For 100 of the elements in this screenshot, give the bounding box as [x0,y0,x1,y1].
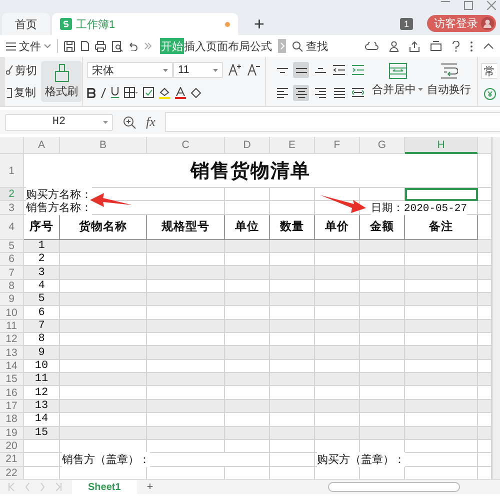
cell-text: 销售方（盖章）： [62,452,150,467]
border-icon[interactable] [124,87,138,98]
font-color-icon[interactable] [175,86,186,99]
cell-text: 购买方（盖章）： [317,452,405,467]
row-header[interactable]: 22 [0,466,24,479]
row-header[interactable]: 15 [0,373,24,386]
help-icon[interactable] [452,40,460,52]
search-icon [292,40,303,52]
justify-icon[interactable] [334,88,344,98]
tab[interactable]: 工作簿1 [52,13,238,35]
collapse-icon[interactable] [483,43,494,49]
tab[interactable]: 首页 [2,13,50,35]
align-center-button[interactable] [293,84,309,101]
underline-icon[interactable] [111,87,119,98]
column-header[interactable]: C [147,137,225,154]
sheet-tab[interactable]: Sheet1 [72,480,137,494]
fill-color-icon[interactable] [159,86,170,99]
function-button[interactable]: fx [146,114,156,130]
save-icon[interactable] [64,40,75,52]
row-header[interactable]: 14 [0,360,24,374]
copy-icon [6,88,12,98]
row-header[interactable]: 20 [0,440,24,454]
caret-icon [103,120,108,124]
italic-icon[interactable] [101,88,106,98]
row-header[interactable]: 18 [0,413,24,426]
print-icon[interactable] [95,40,106,52]
align-middle-button[interactable] [293,62,309,78]
file-menu[interactable]: 文件 [6,38,51,54]
row-header[interactable]: 2 [0,188,24,202]
merge-icon [388,63,406,79]
ribbon-tab[interactable]: 页面布局 [206,38,250,54]
column-header[interactable]: B [60,137,147,154]
name-box[interactable]: H2 [5,114,113,130]
row-header[interactable]: 6 [0,253,24,266]
cell-format-icon[interactable] [143,87,154,98]
document-icon[interactable] [81,41,89,51]
undo-icon[interactable] [129,42,138,50]
ribbon-tab[interactable]: 公式 [250,38,272,54]
row-header[interactable]: 16 [0,386,24,400]
row-header[interactable]: 11 [0,320,24,334]
distribute-icon[interactable] [352,88,364,98]
formula-field[interactable] [165,112,500,132]
wrap-text-button[interactable]: 自动换行 [425,60,473,103]
brush-icon [54,64,68,82]
cloud-icon[interactable] [365,42,379,50]
font-select[interactable]: 宋体 [87,62,173,78]
user-icon[interactable] [389,40,399,52]
maximize-icon[interactable] [464,1,473,10]
cut-button[interactable]: 剪切 [6,62,37,78]
row-header[interactable]: 17 [0,400,24,414]
indent-increase-icon[interactable] [352,65,364,76]
row-header[interactable]: 12 [0,333,24,346]
column-header[interactable]: A [24,137,60,154]
column-header[interactable]: D [225,137,270,154]
row-header[interactable]: 9 [0,293,24,306]
row-header[interactable]: 21 [0,453,24,467]
column-header[interactable]: H [405,137,478,154]
column-header[interactable]: F [315,137,360,154]
format-painter-button[interactable]: 格式刷 [41,61,82,102]
currency-icon[interactable] [484,88,496,100]
font-size-select[interactable]: 11 [173,62,223,78]
share-icon[interactable] [409,40,420,52]
tool-icon[interactable] [430,41,442,51]
bold-icon[interactable] [87,88,96,98]
eraser-icon[interactable] [191,88,202,98]
cell-text: 2 [38,253,45,266]
add-sheet-button[interactable]: + [146,480,154,494]
wrap-icon [440,63,458,79]
row-header[interactable]: 4 [0,214,24,240]
cell-text: 15 [34,426,48,439]
row-header[interactable]: 8 [0,280,24,294]
shrink-font-icon[interactable] [247,64,261,76]
grow-font-icon[interactable] [228,64,242,76]
zoom-icon[interactable] [123,116,136,128]
more-icon[interactable] [470,40,473,52]
row-header[interactable]: 19 [0,426,24,440]
close-icon[interactable] [487,1,496,10]
row-header[interactable]: 13 [0,346,24,360]
empty-cell [478,188,492,202]
merge-center-button[interactable]: 合并居中 [370,60,425,103]
indent-decrease-icon[interactable] [333,65,345,76]
preview-icon[interactable] [112,40,123,52]
row-header[interactable]: 5 [0,240,24,254]
ribbon-tab[interactable]: 开始 [160,38,184,54]
search-button[interactable]: 查找 [292,38,328,54]
cell-text: 5 [38,293,45,306]
new-tab-button[interactable]: + [248,13,271,35]
column-header[interactable]: E [270,137,315,154]
row-header[interactable]: 3 [0,201,24,215]
copy-button[interactable]: 复制 [6,85,37,100]
row-header[interactable]: 7 [0,266,24,280]
login-button[interactable]: 访客登录 [427,15,496,32]
ribbon-tab[interactable]: 插入 [184,38,206,54]
row-header[interactable]: 1 [0,154,24,188]
column-header[interactable]: G [360,137,405,154]
number-format-select[interactable]: 常 [481,63,497,80]
row-header[interactable]: 10 [0,306,24,320]
vertical-scrollbar[interactable] [492,137,500,479]
horizontal-scrollbar[interactable] [328,482,460,492]
align-right-icon [314,88,326,98]
